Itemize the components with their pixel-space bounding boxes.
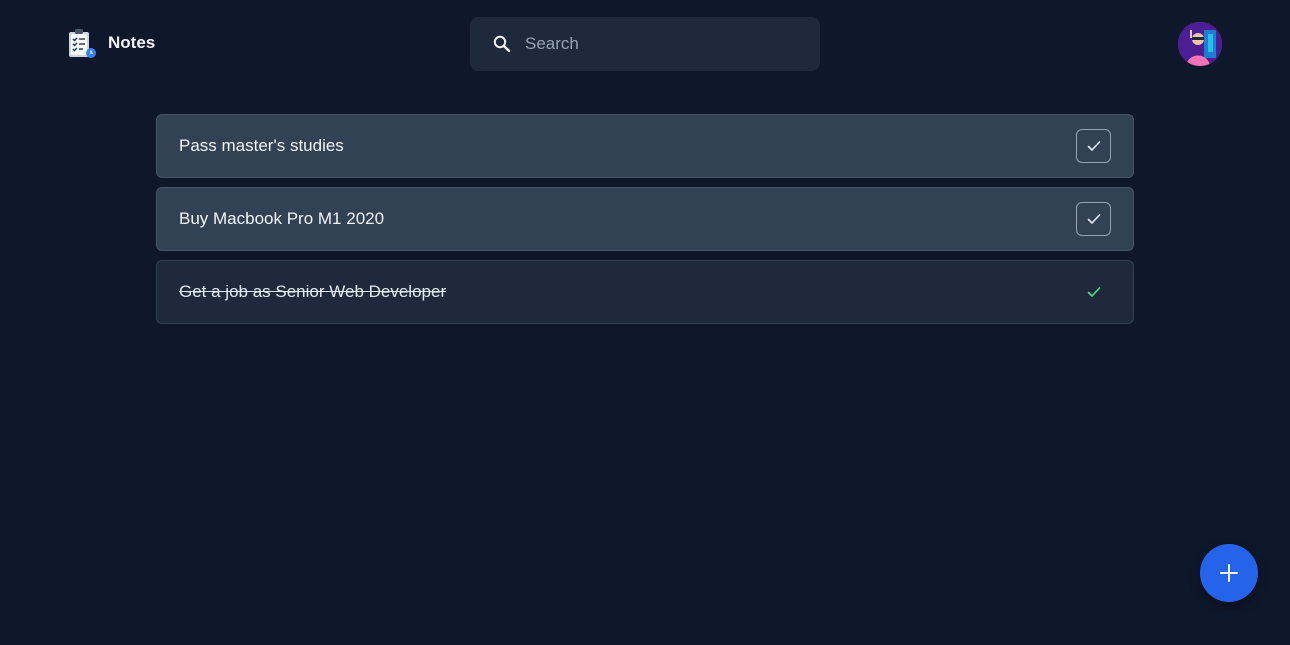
- note-text: Get a job as Senior Web Developer: [179, 282, 447, 301]
- note-item-completed[interactable]: Get a job as Senior Web Developer: [156, 260, 1134, 324]
- brand[interactable]: Notes: [66, 27, 155, 59]
- complete-note-button[interactable]: [1076, 129, 1111, 163]
- plus-icon: [1220, 564, 1238, 582]
- search-bar[interactable]: [470, 17, 820, 71]
- add-note-button[interactable]: [1200, 544, 1258, 602]
- search-input[interactable]: [525, 34, 795, 54]
- note-text: Pass master's studies: [179, 136, 344, 155]
- check-icon: [1087, 287, 1100, 297]
- completed-note-button[interactable]: [1076, 275, 1111, 309]
- check-icon: [1087, 214, 1100, 224]
- notes-list: Pass master's studies Buy Macbook Pro M1…: [156, 114, 1134, 333]
- search-icon: [492, 34, 512, 54]
- clipboard-checklist-icon: [66, 27, 98, 59]
- user-avatar[interactable]: [1178, 22, 1222, 66]
- complete-note-button[interactable]: [1076, 202, 1111, 236]
- check-icon: [1087, 141, 1100, 151]
- app-header: Notes: [0, 0, 1290, 86]
- note-text: Buy Macbook Pro M1 2020: [179, 209, 385, 228]
- app-title: Notes: [108, 33, 156, 52]
- note-item[interactable]: Buy Macbook Pro M1 2020: [156, 187, 1134, 251]
- note-item[interactable]: Pass master's studies: [156, 114, 1134, 178]
